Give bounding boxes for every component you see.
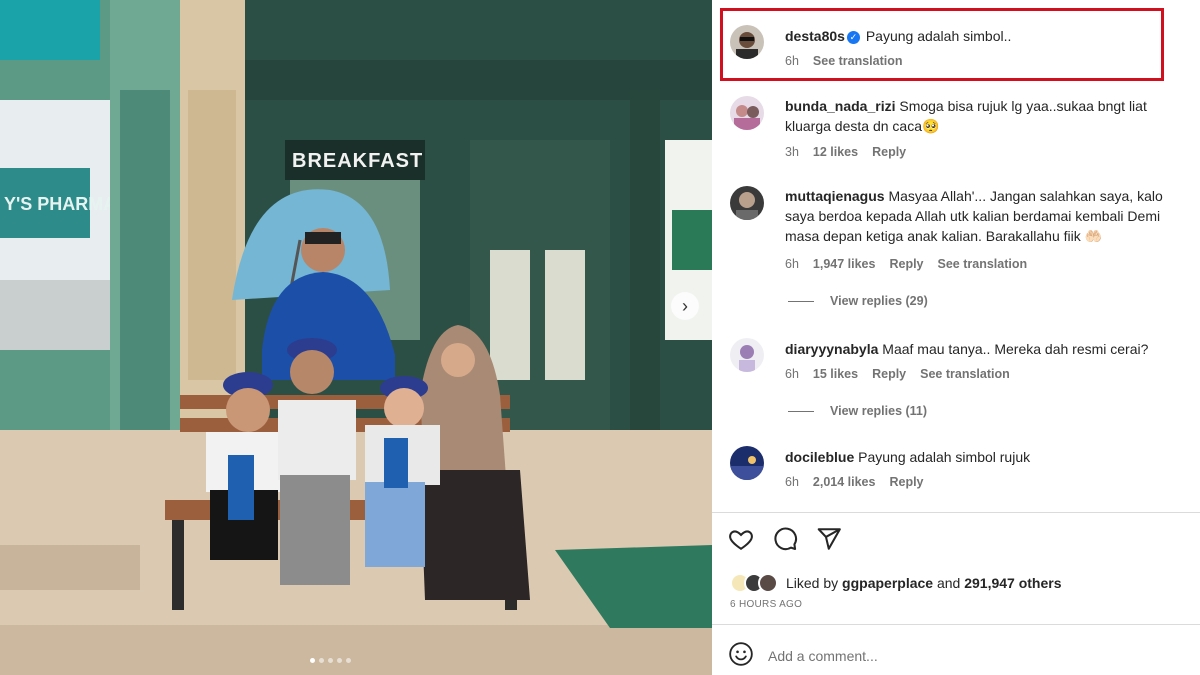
reply-button[interactable]: Reply (889, 475, 923, 489)
comment-input[interactable]: Add a comment... (768, 648, 878, 664)
add-comment-bar: Add a comment... (728, 641, 878, 670)
avatar[interactable] (730, 446, 764, 480)
comment-icon[interactable] (772, 526, 798, 552)
liked-by-count[interactable]: 291,947 others (964, 575, 1061, 591)
avatar[interactable] (730, 96, 764, 130)
divider-line (788, 411, 814, 413)
post-actions (728, 526, 842, 552)
share-icon[interactable] (816, 526, 842, 552)
carousel-dot[interactable] (328, 658, 333, 663)
carousel-dot[interactable] (319, 658, 324, 663)
carousel-dot[interactable] (346, 658, 351, 663)
carousel-dot[interactable] (337, 658, 342, 663)
liked-by-middle: and (933, 575, 965, 591)
reply-button[interactable]: Reply (872, 367, 906, 381)
view-replies-button[interactable]: View replies (11) (788, 404, 927, 418)
view-replies-button[interactable]: View replies (29) (788, 294, 928, 308)
see-translation-link[interactable]: See translation (920, 367, 1010, 381)
chevron-right-icon: › (682, 296, 688, 316)
liked-by-prefix: Liked by (786, 575, 843, 591)
comment-time: 6h (785, 475, 799, 489)
heart-icon[interactable] (728, 526, 754, 552)
caption-username[interactable]: desta80s (785, 28, 845, 44)
avatar[interactable] (730, 25, 764, 59)
liker-avatar (758, 573, 778, 593)
reply-button[interactable]: Reply (872, 145, 906, 159)
comment-username[interactable]: diaryyynabyla (785, 341, 878, 357)
divider (712, 624, 1200, 625)
breakfast-sign: BREAKFAST (292, 150, 423, 172)
avatar[interactable] (730, 338, 764, 372)
comment-username[interactable]: bunda_nada_rizi (785, 98, 895, 114)
see-translation-link[interactable]: See translation (813, 54, 903, 68)
carousel-dots (310, 658, 351, 663)
comments-panel: desta80s ✓ Payung adalah simbol.. 6h See t… (712, 0, 1200, 675)
divider (712, 512, 1200, 513)
comment-likes[interactable]: 1,947 likes (813, 257, 876, 271)
verified-badge-icon: ✓ (846, 31, 860, 44)
comment-likes[interactable]: 12 likes (813, 145, 858, 159)
carousel-dot[interactable] (310, 658, 315, 663)
comment-text: Maaf mau tanya.. Mereka dah resmi cerai? (882, 341, 1149, 357)
see-translation-link[interactable]: See translation (938, 257, 1028, 271)
comment-time: 3h (785, 145, 799, 159)
reply-button[interactable]: Reply (889, 257, 923, 271)
post-timestamp[interactable]: 6 HOURS AGO (730, 599, 802, 610)
comment-time: 6h (785, 367, 799, 381)
divider-line (788, 301, 814, 303)
post-photo[interactable]: Y'S PHARMACY BREAKFAST › (0, 0, 712, 675)
liked-by-user[interactable]: ggpaperplace (842, 575, 933, 591)
comment-username[interactable]: docileblue (785, 449, 854, 465)
emoji-icon[interactable] (728, 641, 754, 670)
caption-time: 6h (785, 54, 799, 68)
comment-time: 6h (785, 257, 799, 271)
view-replies-label: View replies (11) (830, 404, 928, 418)
comment-likes[interactable]: 2,014 likes (813, 475, 876, 489)
avatar[interactable] (730, 186, 764, 220)
family-photo-illustration: Y'S PHARMACY BREAKFAST (0, 0, 712, 675)
carousel-next-button[interactable]: › (671, 292, 699, 320)
comment-text: Payung adalah simbol rujuk (858, 449, 1031, 465)
view-replies-label: View replies (29) (830, 294, 928, 308)
likes-summary: Liked by ggpaperplace and 291,947 others (730, 572, 1062, 594)
caption-text: Payung adalah simbol.. (865, 28, 1012, 44)
comment-username[interactable]: muttaqienagus (785, 188, 885, 204)
comment-likes[interactable]: 15 likes (813, 367, 858, 381)
